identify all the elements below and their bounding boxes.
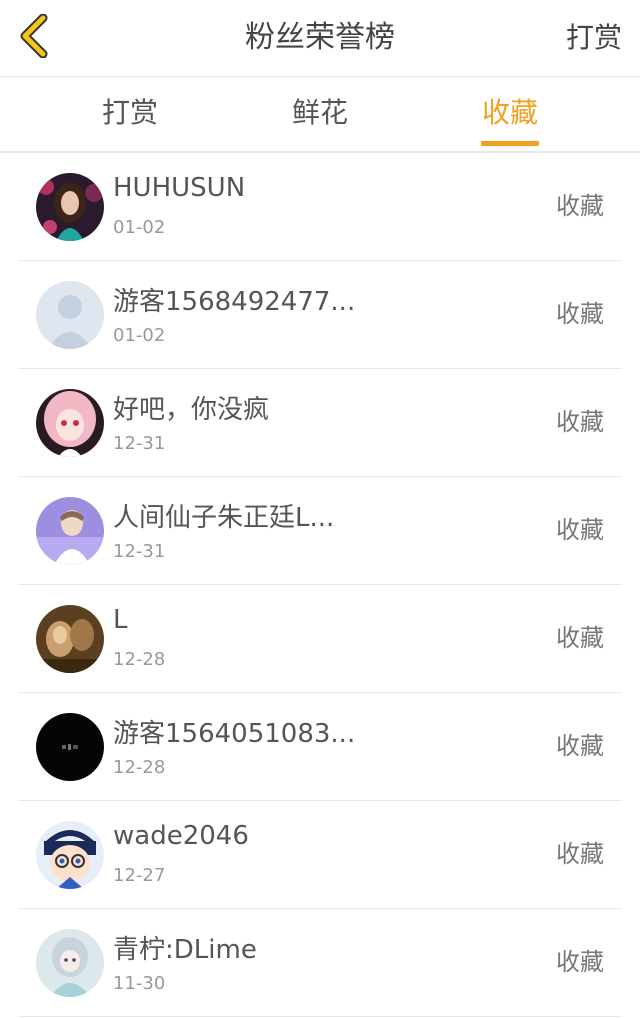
avatar <box>36 173 104 241</box>
item-date: 01-02 <box>113 325 166 346</box>
list-item[interactable]: 好吧，你没疯 12-31 收藏 <box>18 369 622 477</box>
avatar <box>36 821 104 889</box>
header-bar: 粉丝荣誉榜 打赏 <box>0 0 640 77</box>
list-item[interactable]: 人间仙子朱正廷L... 12-31 收藏 <box>18 477 622 585</box>
app: 粉丝荣誉榜 打赏 打赏 鲜花 收藏 HUHUSUN 01-02 收藏 游客156… <box>0 0 640 1018</box>
item-date: 11-30 <box>113 973 166 994</box>
active-tab-indicator <box>481 141 539 146</box>
user-name: 青柠:DLime <box>113 935 257 965</box>
user-name: HUHUSUN <box>113 173 246 203</box>
item-date: 12-27 <box>113 865 166 886</box>
page-title: 粉丝荣誉榜 <box>245 20 395 55</box>
item-date: 12-28 <box>113 757 166 778</box>
list-item[interactable]: 游客1568492477... 01-02 收藏 <box>18 261 622 369</box>
tab-reward[interactable]: 打赏 <box>100 77 160 151</box>
item-date: 01-02 <box>113 217 166 238</box>
user-name: 好吧，你没疯 <box>113 395 270 425</box>
item-date: 12-31 <box>113 541 166 562</box>
fan-list: HUHUSUN 01-02 收藏 游客1568492477... 01-02 收… <box>18 153 622 1017</box>
item-type: 收藏 <box>556 300 604 328</box>
avatar <box>36 713 104 781</box>
user-name: 人间仙子朱正廷L... <box>113 503 335 533</box>
tab-bar: 打赏 鲜花 收藏 <box>0 77 640 153</box>
user-name: wade2046 <box>113 821 249 851</box>
list-item[interactable]: wade2046 12-27 收藏 <box>18 801 622 909</box>
avatar <box>36 929 104 997</box>
avatar <box>36 389 104 457</box>
tab-favorites[interactable]: 收藏 <box>478 77 542 151</box>
avatar <box>36 281 104 349</box>
user-name: L <box>113 605 128 635</box>
item-type: 收藏 <box>556 192 604 220</box>
tab-flowers[interactable]: 鲜花 <box>290 77 350 151</box>
item-type: 收藏 <box>556 624 604 652</box>
avatar <box>36 605 104 673</box>
list-item[interactable]: L 12-28 收藏 <box>18 585 622 693</box>
item-type: 收藏 <box>556 516 604 544</box>
user-name: 游客1568492477... <box>113 287 356 317</box>
item-type: 收藏 <box>556 732 604 760</box>
item-type: 收藏 <box>556 408 604 436</box>
list-item[interactable]: HUHUSUN 01-02 收藏 <box>18 153 622 261</box>
list-item[interactable]: 青柠:DLime 11-30 收藏 <box>18 909 622 1017</box>
back-button[interactable] <box>12 12 56 64</box>
item-type: 收藏 <box>556 840 604 868</box>
user-name: 游客1564051083... <box>113 719 356 749</box>
list-item[interactable]: 游客1564051083... 12-28 收藏 <box>18 693 622 801</box>
item-date: 12-28 <box>113 649 166 670</box>
avatar <box>36 497 104 565</box>
item-type: 收藏 <box>556 948 604 976</box>
chevron-left-icon <box>19 13 49 62</box>
reward-button[interactable]: 打赏 <box>566 0 622 76</box>
item-date: 12-31 <box>113 433 166 454</box>
